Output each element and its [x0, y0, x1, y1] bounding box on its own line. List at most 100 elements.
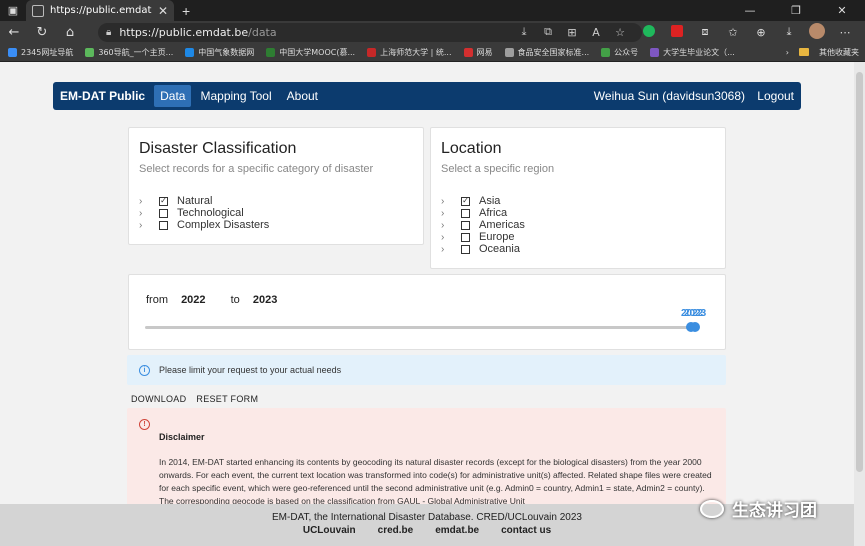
footer-link-emdat[interactable]: emdat.be	[435, 525, 479, 536]
nav-link-about[interactable]: About	[281, 85, 324, 107]
checkbox[interactable]	[461, 220, 470, 230]
other-bookmarks[interactable]: › 其他收藏夹	[786, 47, 859, 58]
profile-avatar[interactable]	[803, 22, 831, 42]
grid-icon[interactable]: ⊞	[560, 26, 584, 39]
tree-item-technological[interactable]: › Technological	[139, 207, 413, 219]
scrollbar-thumb[interactable]	[856, 72, 863, 472]
checkbox[interactable]	[159, 208, 168, 218]
checkbox[interactable]	[461, 232, 470, 242]
reload-icon[interactable]: ↻	[28, 25, 56, 40]
bookmark-item[interactable]: 360导航_一个主页...	[85, 47, 173, 58]
download-icon[interactable]: ⤓	[512, 25, 536, 39]
slider-handle-to[interactable]	[690, 322, 700, 332]
browser-tab[interactable]: https://public.emdat.be/data ✕	[26, 0, 174, 21]
browser-toolbar: ← ↻ ⌂ 🔒︎ https://public.emdat.be/data ⤓ …	[0, 21, 865, 43]
bookmark-item[interactable]: 大学生毕业论文（...	[650, 47, 735, 58]
chevron-right-icon[interactable]: ›	[139, 220, 159, 231]
tree-item-americas[interactable]: › Americas	[441, 219, 715, 231]
bookmark-item[interactable]: 中国大学MOOC(慕...	[266, 47, 355, 58]
close-window-icon[interactable]: ✕	[819, 0, 865, 21]
chevron-right-icon[interactable]: ›	[441, 196, 461, 207]
tree-item-label: Africa	[479, 207, 508, 219]
brand-logo[interactable]: EM-DAT Public	[53, 89, 145, 103]
year-slider-track[interactable]	[145, 326, 695, 329]
app-available-icon[interactable]: ⧉	[536, 25, 560, 39]
bookmark-item[interactable]: 网易	[463, 47, 493, 58]
tree-item-label: Natural	[177, 195, 213, 207]
from-year-value[interactable]: 2022	[181, 294, 205, 306]
to-year-value[interactable]: 2023	[253, 294, 277, 306]
location-tree: › ✓ Asia › Africa › Americas › Europe › Oceania	[441, 195, 715, 255]
browser-extensions: ⧈ ✩ ⊕ ⤓ ⋯	[635, 21, 859, 43]
close-tab-icon[interactable]: ✕	[158, 4, 168, 18]
bookmark-item[interactable]: 公众号	[601, 47, 638, 58]
back-icon[interactable]: ←	[0, 25, 28, 40]
extensions-icon[interactable]: ⧈	[691, 25, 719, 39]
lock-icon[interactable]: 🔒︎	[106, 27, 111, 38]
checkbox[interactable]	[159, 220, 168, 230]
restore-icon[interactable]: ❐	[773, 0, 819, 21]
bookmark-favicon-icon	[266, 47, 276, 57]
red-extension-icon[interactable]	[663, 24, 691, 40]
chevron-right-icon[interactable]: ›	[441, 244, 461, 255]
bookmark-item[interactable]: 2345网址导航	[8, 47, 73, 58]
chevron-right-icon[interactable]: ›	[139, 196, 159, 207]
chevron-right-icon[interactable]: ›	[441, 220, 461, 231]
chevron-right-icon[interactable]: ›	[786, 48, 789, 57]
bookmark-favicon-icon	[504, 47, 514, 57]
downloads-icon[interactable]: ⤓	[775, 25, 803, 39]
grammarly-extension-icon[interactable]	[635, 24, 663, 40]
bookmark-item[interactable]: 食品安全国家标准...	[504, 47, 590, 58]
collections-icon[interactable]: ⊕	[747, 26, 775, 39]
new-tab-icon[interactable]: +	[174, 3, 198, 19]
wechat-watermark: 生态讲习团	[700, 496, 817, 521]
bookmark-item[interactable]: 上海师范大学 | 统...	[367, 47, 452, 58]
checkbox[interactable]	[461, 208, 470, 218]
footer-link-contact[interactable]: contact us	[501, 525, 551, 536]
bookmark-favicon-icon	[8, 47, 17, 57]
minimize-icon[interactable]: —	[727, 0, 773, 21]
from-label: from	[146, 294, 168, 306]
checkbox[interactable]	[461, 244, 470, 254]
bookmark-label: 网易	[476, 47, 493, 57]
nav-link-mapping-tool[interactable]: Mapping Tool	[194, 85, 277, 107]
logout-button[interactable]: Logout	[757, 86, 794, 106]
bookmark-favicon-icon	[463, 47, 473, 57]
more-menu-icon[interactable]: ⋯	[831, 26, 859, 39]
tree-item-asia[interactable]: › ✓ Asia	[441, 195, 715, 207]
favorites-icon[interactable]: ✩	[719, 26, 747, 39]
bookmark-favicon-icon	[367, 47, 377, 57]
other-bookmarks-label: 其他收藏夹	[819, 47, 859, 57]
reset-form-button[interactable]: RESET FORM	[196, 394, 258, 404]
chevron-right-icon[interactable]: ›	[139, 208, 159, 219]
chevron-right-icon[interactable]: ›	[441, 208, 461, 219]
download-button[interactable]: DOWNLOAD	[131, 394, 186, 404]
bookmark-label: 食品安全国家标准...	[517, 47, 590, 57]
tree-item-complex-disasters[interactable]: › Complex Disasters	[139, 219, 413, 231]
classification-tree: › ✓ Natural › Technological › Complex Disaster…	[139, 195, 413, 231]
user-name[interactable]: Weihua Sun (davidsun3068)	[594, 89, 745, 103]
tree-item-natural[interactable]: › ✓ Natural	[139, 195, 413, 207]
checkbox[interactable]: ✓	[461, 196, 470, 206]
page-scrollbar[interactable]	[854, 62, 865, 546]
footer-link-uclouvain[interactable]: UCLouvain	[303, 525, 356, 536]
disclaimer-text: In 2014, EM-DAT started enhancing its co…	[159, 457, 712, 506]
footer-link-cred[interactable]: cred.be	[378, 525, 414, 536]
checkbox[interactable]: ✓	[159, 196, 168, 206]
tree-item-europe[interactable]: › Europe	[441, 231, 715, 243]
tree-item-africa[interactable]: › Africa	[441, 207, 715, 219]
bookmark-favicon-icon	[185, 47, 195, 57]
bookmark-item[interactable]: 中国气象数据网	[185, 47, 254, 58]
chevron-right-icon[interactable]: ›	[441, 232, 461, 243]
tree-item-label: Asia	[479, 195, 501, 207]
tree-item-oceania[interactable]: › Oceania	[441, 243, 715, 255]
address-bar-icons: ⤓ ⧉ ⊞ A ☆	[512, 21, 632, 43]
read-aloud-icon[interactable]: A	[584, 26, 608, 39]
favorite-star-icon[interactable]: ☆	[608, 26, 632, 39]
bookmark-favicon-icon	[601, 47, 611, 57]
home-icon[interactable]: ⌂	[56, 25, 84, 40]
nav-link-data[interactable]: Data	[154, 85, 192, 107]
bookmark-label: 2345网址导航	[21, 47, 74, 57]
form-actions: DOWNLOAD RESET FORM	[131, 394, 258, 404]
window-menu-icon[interactable]: ▣	[0, 4, 26, 17]
